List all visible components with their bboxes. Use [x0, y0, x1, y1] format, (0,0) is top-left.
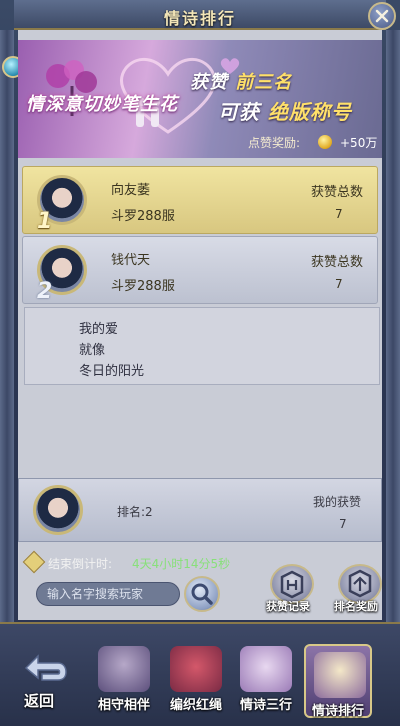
ranking-row[interactable]: 2 钱代天 斗罗288服 获赞总数 7 — [22, 236, 378, 304]
likes-total-value: 7 — [335, 277, 343, 291]
couple-portrait-icon — [98, 646, 150, 692]
banner-line1-prefix: 获赞 — [190, 72, 228, 93]
tab-three-line-poem[interactable]: 情诗三行 — [232, 640, 300, 713]
player-name: 钱代天 — [111, 253, 151, 268]
tab-label: 情诗三行 — [239, 698, 292, 713]
my-rank-text: 排名:2 — [117, 505, 153, 519]
banner-line1-highlight: 前三名 — [235, 72, 293, 93]
back-button[interactable] — [12, 648, 70, 694]
like-records-label: 获赞记录 — [266, 600, 310, 613]
title-bar: 情诗排行 — [14, 0, 386, 30]
banner-line2-prefix: 可获 — [218, 100, 260, 124]
gold-coin-icon — [318, 135, 332, 149]
likes-total-label: 获赞总数 — [311, 255, 364, 270]
search-button[interactable] — [184, 576, 220, 612]
rank-rewards-label: 排名奖励 — [334, 600, 378, 613]
player-server: 斗罗288服 — [111, 279, 175, 294]
rank-number: 1 — [37, 209, 53, 234]
like-reward-value: +50万 — [340, 136, 378, 150]
red-string-bag-icon — [170, 646, 222, 692]
tab-poem-ranking[interactable]: 情诗排行 — [304, 644, 372, 719]
tab-label: 情诗排行 — [311, 704, 364, 719]
player-server: 斗罗288服 — [111, 209, 175, 224]
my-ranking-row: 排名:2 我的获赞 7 — [18, 478, 382, 542]
tab-red-string[interactable]: 编织红绳 — [162, 640, 230, 713]
back-arrow-icon — [24, 654, 67, 681]
banner-headline-line2: 可获 绝版称号 — [218, 96, 352, 125]
love-letter-icon — [240, 646, 292, 692]
banner-line2-highlight: 绝版称号 — [267, 100, 352, 124]
like-records-icon — [280, 570, 304, 599]
search-input[interactable] — [36, 582, 180, 606]
rank-number: 2 — [37, 279, 53, 304]
banner-headline-line1: 获赞 前三名 — [190, 68, 292, 94]
right-frame-pillar — [386, 30, 400, 630]
rank-rewards-icon — [348, 569, 372, 598]
like-reward-label: 点赞奖励: — [248, 136, 301, 150]
likes-total-label: 获赞总数 — [311, 185, 364, 200]
countdown-value: 4天4小时14分5秒 — [132, 557, 231, 571]
close-icon — [375, 9, 389, 23]
poem-line: 我的爱 — [79, 322, 119, 337]
banner-logo-text: 情深意切妙笔生花 — [26, 94, 178, 115]
poem-content-box: 我的爱 就像 冬日的阳光 — [24, 307, 380, 385]
close-button[interactable] — [368, 2, 396, 30]
page-title: 情诗排行 — [163, 9, 236, 28]
poem-line: 就像 — [79, 343, 106, 358]
poem-line: 冬日的阳光 — [79, 364, 145, 379]
my-likes-label: 我的获赞 — [313, 495, 362, 509]
left-frame-pillar — [0, 30, 14, 630]
tab-label: 相守相伴 — [97, 698, 150, 713]
magnifier-icon — [191, 583, 213, 605]
ranking-row[interactable]: 1 向友萎 斗罗288服 获赞总数 7 — [22, 166, 378, 234]
player-name: 向友萎 — [111, 183, 151, 198]
tab-label: 编织红绳 — [169, 698, 222, 713]
back-label: 返回 — [24, 692, 55, 710]
ranking-scroll-icon — [314, 652, 366, 698]
tab-companions[interactable]: 相守相伴 — [90, 640, 158, 713]
my-likes-value: 7 — [339, 517, 347, 531]
likes-total-value: 7 — [335, 207, 343, 221]
avatar — [33, 485, 83, 535]
countdown-label: 结束倒计时: — [48, 557, 113, 571]
